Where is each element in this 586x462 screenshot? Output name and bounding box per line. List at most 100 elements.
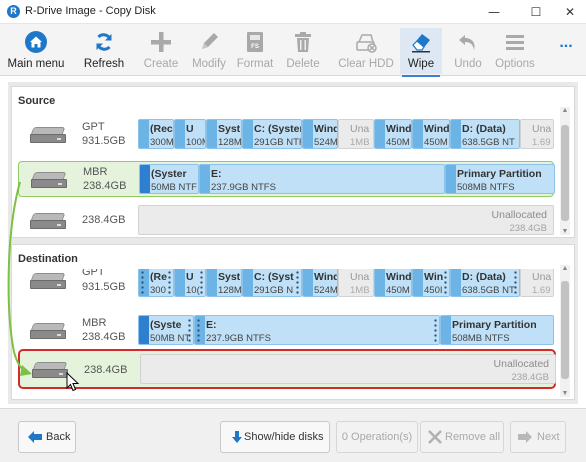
format-label: Format: [236, 58, 274, 70]
partition-unallocated[interactable]: Una 1.69: [520, 269, 554, 297]
next-arrow-icon: [518, 431, 532, 443]
partition-unallocated[interactable]: Unallocated 238.4GB: [140, 354, 556, 384]
back-button[interactable]: Back: [18, 421, 76, 453]
partition[interactable]: Wind 450M: [412, 119, 450, 149]
partition[interactable]: C: (Syster 291GB NTF: [242, 119, 302, 149]
partition-unallocated[interactable]: Una 1MB: [338, 269, 374, 297]
destination-disk-target[interactable]: 238.4GB Unallocated 238.4GB: [18, 349, 556, 389]
plus-icon: [151, 32, 171, 52]
disk-type: MBR: [83, 166, 108, 178]
svg-text:FS: FS: [251, 44, 259, 50]
partition[interactable]: Syst 128M: [206, 269, 242, 297]
next-label: Next: [537, 431, 560, 443]
copy-link-arrow: [7, 181, 32, 376]
partition[interactable]: C: (Syst 291GB N: [242, 269, 302, 297]
partition[interactable]: Primary Partition 508MB NTFS: [440, 315, 554, 345]
eraser-icon: [412, 34, 430, 53]
app-icon: R: [7, 5, 20, 18]
pencil-icon: [202, 33, 218, 49]
partition[interactable]: (Rec 300M: [138, 119, 174, 149]
options-icon: [506, 35, 524, 50]
disk-type: MBR: [82, 317, 107, 329]
destination-disk-gpt[interactable]: GPT 931.5GB (Re 300 U 10( Syst 128M C: (Sys…: [18, 269, 554, 301]
refresh-icon: [96, 33, 112, 51]
disk-size: 238.4GB: [84, 364, 128, 376]
remove-x-icon: [428, 430, 442, 444]
maximize-button[interactable]: ☐: [522, 0, 550, 24]
partition[interactable]: (Syste 50MB NT: [138, 315, 194, 345]
partition[interactable]: Wind 450M: [374, 269, 412, 297]
show-hide-label: Show/hide disks: [244, 431, 324, 443]
main-menu-button[interactable]: Main menu: [4, 28, 68, 74]
source-panel: Source GPT 931.5GB (Rec300M U100M Syst12…: [11, 86, 575, 238]
window-title: R-Drive Image - Copy Disk: [25, 5, 156, 17]
create-label: Create: [143, 58, 179, 70]
delete-button[interactable]: Delete: [282, 28, 324, 74]
source-disk-empty[interactable]: 238.4GB Unallocated 238.4GB: [18, 203, 554, 239]
source-scrollbar[interactable]: ▲ ▼: [560, 107, 570, 235]
partition-unallocated[interactable]: Una 1MB: [338, 119, 374, 149]
wipe-selected-indicator: [402, 75, 440, 77]
destination-disk-mbr[interactable]: MBR 238.4GB (Syste 50MB NT E: 237.9GB NTFS…: [18, 313, 554, 349]
title-bar: R R-Drive Image - Copy Disk — ☐ ✕: [0, 0, 586, 24]
partition-unallocated[interactable]: Una 1.69: [520, 119, 554, 149]
show-hide-icon: [232, 431, 242, 443]
format-button[interactable]: FS Format: [234, 28, 276, 74]
partition[interactable]: Win 450I: [412, 269, 450, 297]
footer-bar: Back Show/hide disks 0 Operation(s) Remo…: [0, 408, 586, 462]
operations-button[interactable]: 0 Operation(s): [336, 421, 418, 453]
undo-button[interactable]: Undo: [448, 28, 488, 74]
partition[interactable]: E: 237.9GB NTFS: [194, 315, 440, 345]
modify-button[interactable]: Modify: [188, 28, 230, 74]
partition-unallocated[interactable]: Unallocated 238.4GB: [138, 205, 554, 235]
delete-label: Delete: [286, 58, 320, 70]
partition[interactable]: D: (Data) 638.5GB NT: [450, 119, 520, 149]
operations-label: 0 Operation(s): [341, 431, 413, 443]
clear-hdd-button[interactable]: Clear HDD: [336, 28, 396, 74]
disk-size: 238.4GB: [83, 180, 127, 192]
disk-size: 238.4GB: [82, 331, 126, 343]
modify-label: Modify: [192, 58, 226, 70]
disk-size: 238.4GB: [82, 214, 126, 226]
options-button[interactable]: Options: [492, 28, 538, 74]
wipe-button[interactable]: Wipe: [400, 28, 442, 77]
source-scroll-thumb[interactable]: [561, 125, 569, 221]
mouse-cursor-icon: [66, 372, 80, 392]
partition[interactable]: Syst 128M: [206, 119, 242, 149]
show-hide-disks-button[interactable]: Show/hide disks: [220, 421, 330, 453]
next-button[interactable]: Next: [510, 421, 566, 453]
back-label: Back: [46, 431, 71, 443]
create-button[interactable]: Create: [140, 28, 182, 74]
close-button[interactable]: ✕: [556, 0, 584, 24]
disk-size: 931.5GB: [82, 135, 126, 147]
back-arrow-icon: [28, 431, 42, 443]
partition[interactable]: Wind 524M: [302, 119, 338, 149]
partition[interactable]: U100M: [174, 119, 206, 149]
source-disk-mbr[interactable]: MBR 238.4GB (Syster 50MB NTF E: 237.9GB NT…: [18, 161, 555, 197]
more-button[interactable]: ...: [552, 28, 580, 74]
options-label: Options: [495, 58, 535, 70]
refresh-button[interactable]: Refresh: [78, 28, 130, 74]
remove-all-button[interactable]: Remove all: [420, 421, 504, 453]
destination-panel: Destination GPT 931.5GB (Re 300 U 10( Syst…: [11, 244, 575, 400]
partition[interactable]: (Syster 50MB NTF: [139, 164, 199, 194]
disk-size: 931.5GB: [82, 281, 126, 293]
partition[interactable]: Wind 524M: [302, 269, 338, 297]
source-disk-gpt[interactable]: GPT 931.5GB (Rec300M U100M Syst128M C: (…: [18, 117, 554, 153]
format-icon: FS: [247, 32, 263, 52]
disk-map-area: Source GPT 931.5GB (Rec300M U100M Syst12…: [7, 82, 578, 404]
remove-all-label: Remove all: [445, 431, 501, 443]
destination-scroll-thumb[interactable]: [561, 281, 569, 379]
partition[interactable]: U 10(: [174, 269, 206, 297]
minimize-button[interactable]: —: [480, 0, 508, 24]
trash-icon: [295, 32, 311, 52]
partition[interactable]: Wind 450M: [374, 119, 412, 149]
destination-scrollbar[interactable]: ▲ ▼: [560, 265, 570, 397]
partition[interactable]: Primary Partition 508MB NTFS: [445, 164, 555, 194]
partition[interactable]: D: (Data) 638.5GB NT: [450, 269, 520, 297]
more-icon: ...: [559, 34, 573, 51]
partition[interactable]: E: 237.9GB NTFS: [199, 164, 445, 194]
clear-hdd-label: Clear HDD: [338, 58, 394, 70]
partition[interactable]: (Re 300: [138, 269, 174, 297]
wipe-label: Wipe: [407, 58, 435, 70]
